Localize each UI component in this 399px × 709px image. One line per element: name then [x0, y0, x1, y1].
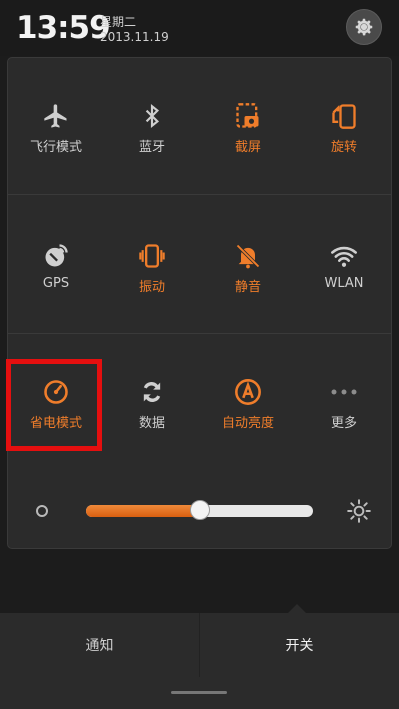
toggle-row-2: GPS 振动 静音 WLAN	[8, 210, 391, 348]
tile-label: GPS	[42, 276, 70, 291]
tile-mute[interactable]: 静音	[200, 210, 296, 348]
airplane-icon	[40, 100, 72, 132]
tile-airplane-mode[interactable]: 飞行模式	[8, 70, 104, 208]
row-divider	[8, 333, 391, 334]
tile-label: 自动亮度	[221, 416, 274, 431]
bluetooth-icon	[136, 100, 168, 132]
date-label: 2013.11.19	[100, 30, 169, 44]
vibrate-icon	[136, 240, 168, 272]
screenshot-icon	[232, 100, 264, 132]
tile-data[interactable]: 数据	[104, 346, 200, 484]
toggle-row-1: 飞行模式 蓝牙 截屏 旋转	[8, 70, 391, 208]
tile-label: 静音	[234, 280, 261, 295]
tile-label: 振动	[138, 280, 165, 295]
row-divider	[8, 194, 391, 195]
brightness-slider-thumb[interactable]	[190, 500, 210, 520]
brightness-slider-fill	[86, 505, 200, 517]
auto-brightness-icon	[232, 376, 264, 408]
status-header: 13:59 星期二 2013.11.19	[0, 0, 399, 56]
tab-toggles[interactable]: 开关	[200, 613, 399, 677]
clock-time: 13:59	[16, 10, 111, 46]
tile-bluetooth[interactable]: 蓝牙	[104, 70, 200, 208]
mute-icon	[232, 240, 264, 272]
more-icon	[328, 376, 360, 408]
settings-button[interactable]	[346, 9, 382, 45]
tile-vibrate[interactable]: 振动	[104, 210, 200, 348]
tile-wlan[interactable]: WLAN	[296, 210, 392, 348]
highlight-box	[6, 359, 102, 451]
tile-label: 更多	[330, 416, 357, 431]
quick-settings-panel: 飞行模式 蓝牙 截屏 旋转 GPS 振动 静音 WLAN 省电模式 数据 自动亮…	[7, 57, 392, 549]
data-icon	[136, 376, 168, 408]
tile-rotate[interactable]: 旋转	[296, 70, 392, 208]
tile-label: 数据	[138, 416, 165, 431]
tile-label: 截屏	[234, 140, 261, 155]
gps-icon	[40, 240, 72, 272]
brightness-low-icon	[36, 505, 48, 517]
tile-label: 旋转	[330, 140, 357, 155]
tile-gps[interactable]: GPS	[8, 210, 104, 348]
tile-auto-brightness[interactable]: 自动亮度	[200, 346, 296, 484]
gear-icon	[355, 18, 373, 36]
wifi-icon	[328, 240, 360, 272]
tile-screenshot[interactable]: 截屏	[200, 70, 296, 208]
tile-label: WLAN	[324, 276, 364, 291]
drag-handle[interactable]	[171, 691, 227, 694]
tile-label: 蓝牙	[138, 140, 165, 155]
brightness-high-icon	[347, 499, 371, 523]
tile-label: 飞行模式	[29, 140, 82, 155]
rotate-icon	[328, 100, 360, 132]
weekday-label: 星期二	[100, 15, 137, 29]
tab-separator	[199, 613, 200, 677]
tile-more[interactable]: 更多	[296, 346, 392, 484]
tab-notifications[interactable]: 通知	[0, 613, 199, 677]
